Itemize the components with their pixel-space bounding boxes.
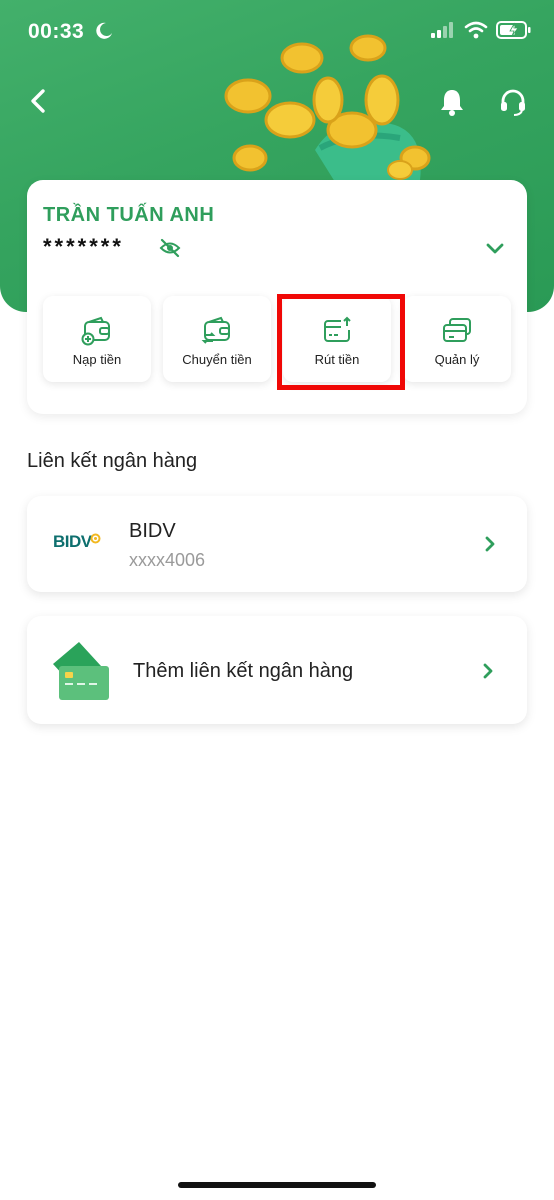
withdraw-button[interactable]: Rút tiền xyxy=(283,296,391,382)
bell-icon[interactable] xyxy=(437,86,467,118)
status-time: 00:33 xyxy=(28,20,85,43)
withdraw-label: Rút tiền xyxy=(314,352,360,367)
deposit-label: Nạp tiền xyxy=(72,352,122,367)
balance-masked: ******* xyxy=(43,234,124,259)
bank-card-add-icon xyxy=(53,642,109,700)
eye-hidden-icon[interactable] xyxy=(159,238,181,258)
wallet-transfer-icon xyxy=(201,316,230,344)
bank-card-bidv[interactable]: BIDV BIDV xxxx4006 xyxy=(27,496,527,592)
chevron-right-icon xyxy=(483,663,493,679)
cards-manage-icon xyxy=(443,318,471,342)
linked-banks-title: Liên kết ngân hàng xyxy=(27,450,198,472)
transfer-button[interactable]: Chuyển tiền xyxy=(163,296,271,382)
card-withdraw-icon xyxy=(324,316,351,342)
transfer-label: Chuyển tiền xyxy=(182,352,252,367)
chevron-right-icon xyxy=(485,536,495,552)
wifi-icon xyxy=(464,21,488,39)
back-icon[interactable] xyxy=(24,86,54,116)
chevron-down-icon[interactable] xyxy=(485,238,505,258)
signal-icon xyxy=(431,22,453,38)
status-bar: 00:33 xyxy=(0,0,554,64)
bank-name: BIDV xyxy=(129,520,176,542)
deposit-button[interactable]: Nạp tiền xyxy=(43,296,151,382)
bidv-logo: BIDV xyxy=(53,532,92,551)
battery-icon xyxy=(496,21,531,39)
wallet-add-icon xyxy=(81,316,110,346)
home-indicator xyxy=(178,1182,376,1188)
add-bank-link-card[interactable]: Thêm liên kết ngân hàng xyxy=(27,616,527,724)
bank-account-number: xxxx4006 xyxy=(129,550,206,570)
account-holder-name: TRẦN TUẤN ANH xyxy=(43,204,215,226)
manage-button[interactable]: Quản lý xyxy=(403,296,511,382)
moon-icon xyxy=(96,22,112,39)
headset-support-icon[interactable] xyxy=(498,86,528,118)
account-card: TRẦN TUẤN ANH ******* Nạp tiền Chuyển ti… xyxy=(27,180,527,414)
manage-label: Quản lý xyxy=(434,352,480,367)
bidv-star-icon xyxy=(90,533,101,544)
add-bank-link-label: Thêm liên kết ngân hàng xyxy=(133,660,354,682)
